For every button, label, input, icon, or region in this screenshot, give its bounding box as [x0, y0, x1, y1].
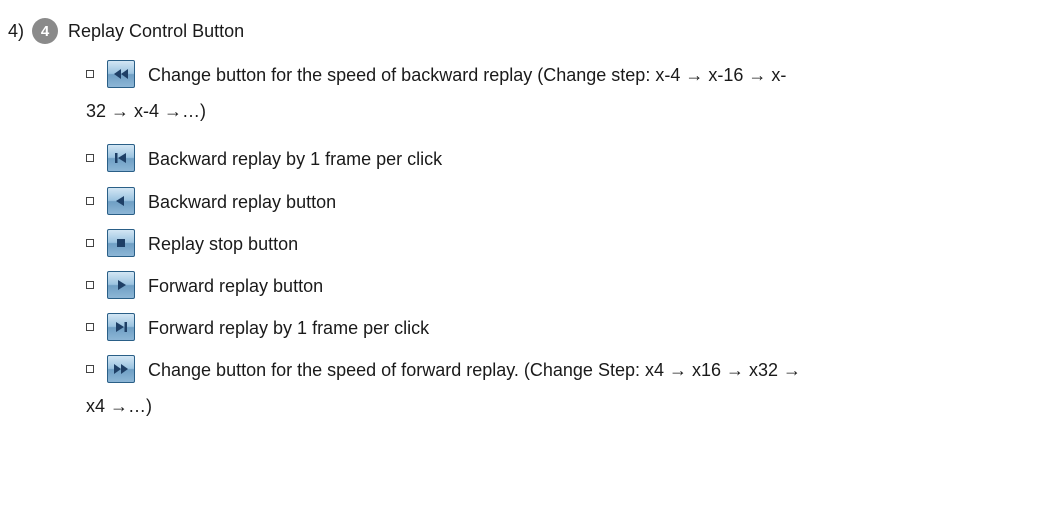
item-text: Forward replay button — [148, 276, 324, 296]
fast-forward-icon — [107, 355, 135, 383]
bullet-icon — [86, 281, 94, 289]
list-item-step-forward: Forward replay by 1 frame per click — [0, 311, 1062, 345]
section-badge: 4 — [32, 18, 59, 44]
bullet-icon — [86, 323, 94, 331]
step-forward-icon — [107, 313, 135, 341]
play-forward-icon — [107, 271, 135, 299]
item-text: Backward replay button — [148, 192, 337, 212]
section-number: 4) — [8, 20, 25, 41]
item-text: Replay stop button — [148, 234, 299, 254]
list-item-play-forward: Forward replay button — [0, 269, 1062, 303]
bullet-icon — [86, 365, 94, 373]
item-text: Backward replay by 1 frame per click — [148, 149, 443, 169]
step-backward-icon — [107, 144, 135, 172]
item-text-continuation: 32 → x-4 →…) — [86, 101, 207, 121]
bullet-icon — [86, 70, 94, 78]
list-item-play-backward: Backward replay button — [0, 185, 1062, 219]
list-item-fast-backward: Change button for the speed of backward … — [0, 58, 1062, 92]
section-heading: 4) 4 Replay Control Button — [8, 14, 244, 48]
list-item-step-backward: Backward replay by 1 frame per click — [0, 142, 1062, 176]
item-text: Forward replay by 1 frame per click — [148, 318, 430, 338]
stop-icon — [107, 229, 135, 257]
list-item-stop: Replay stop button — [0, 227, 1062, 261]
bullet-icon — [86, 154, 94, 162]
item-text: Change button for the speed of backward … — [148, 65, 787, 85]
item-text-continuation: x4 →…) — [86, 396, 153, 416]
list-item-fast-forward: Change button for the speed of forward r… — [0, 353, 1062, 387]
section-title: Replay Control Button — [68, 20, 245, 41]
bullet-icon — [86, 197, 94, 205]
item-text: Change button for the speed of forward r… — [148, 360, 802, 380]
bullet-icon — [86, 239, 94, 247]
play-backward-icon — [107, 187, 135, 215]
fast-backward-icon — [107, 60, 135, 88]
